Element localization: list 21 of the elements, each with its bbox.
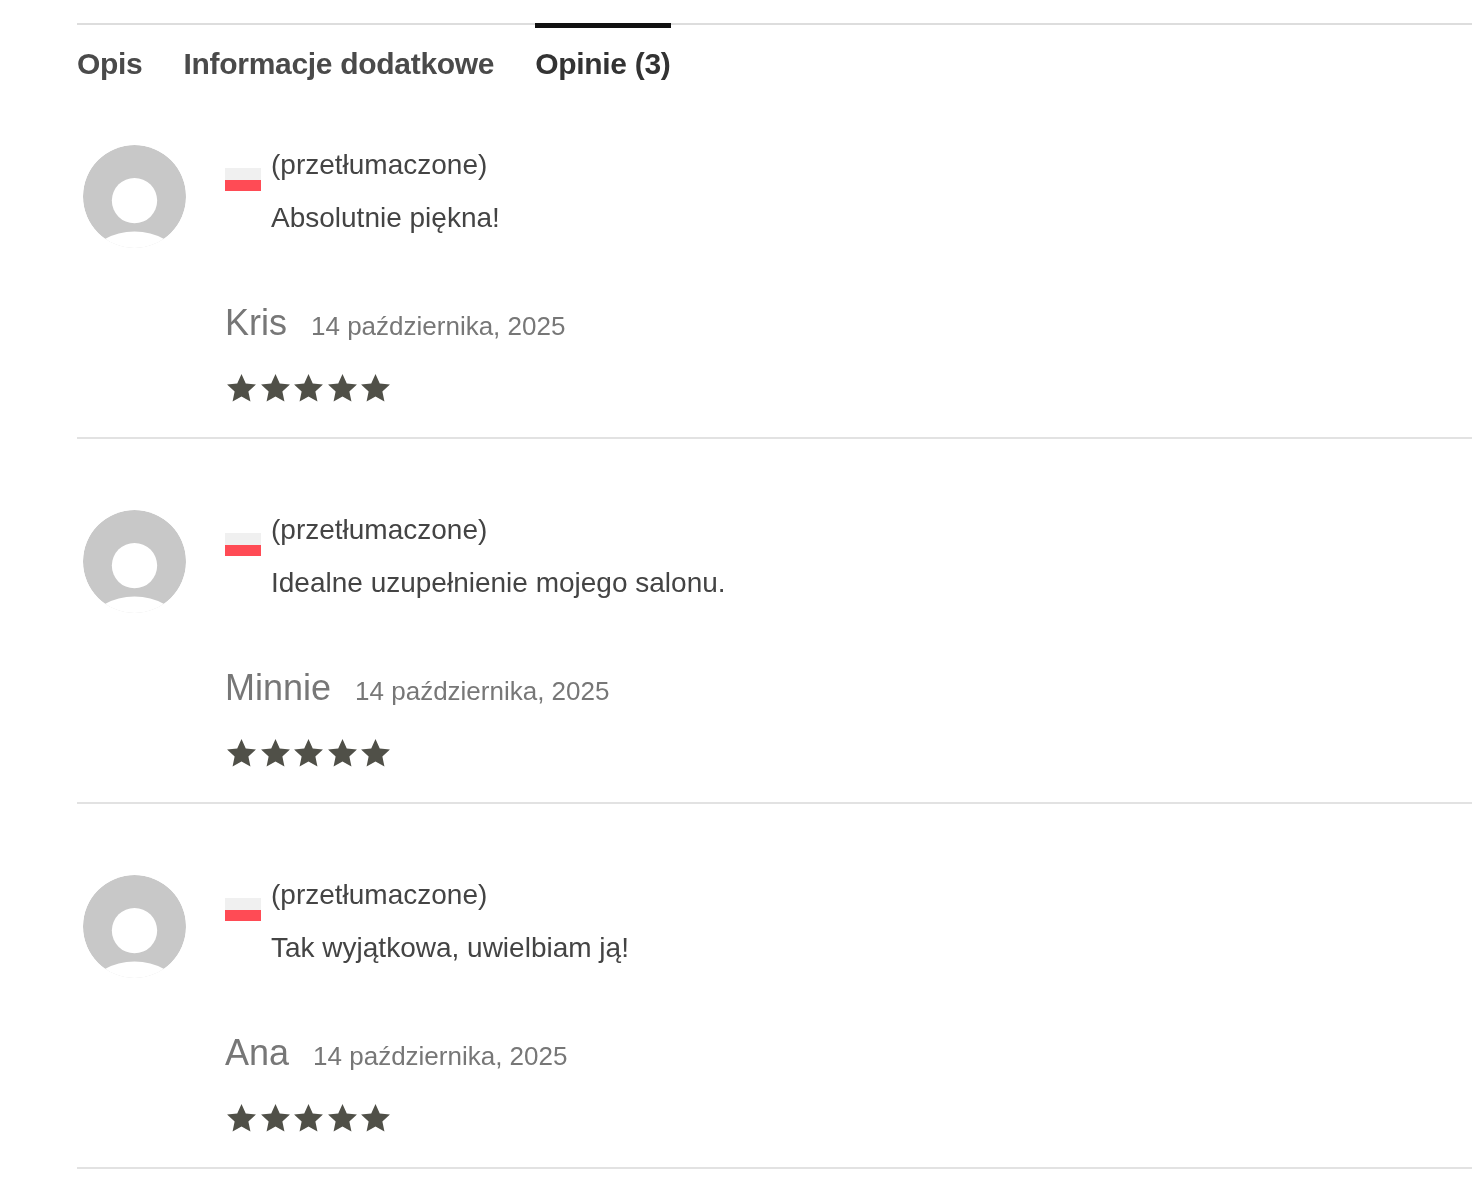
- tab[interactable]: Opinie (3): [535, 23, 671, 108]
- translated-label: (przetłumaczone): [271, 878, 489, 912]
- avatar-icon: [83, 145, 186, 248]
- flag-icon: [225, 533, 261, 556]
- translated-label: (przetłumaczone): [271, 513, 489, 547]
- review-date: 14 października, 2025: [355, 675, 610, 708]
- avatar-icon: [83, 510, 186, 613]
- reviewer-name: Minnie: [225, 666, 332, 710]
- reviewer-name: Kris: [225, 301, 287, 345]
- review-text: Tak wyjątkowa, uwielbiam ją!: [271, 931, 629, 965]
- reviewer-name: Ana: [225, 1031, 290, 1075]
- translated-label: (przetłumaczone): [271, 148, 489, 182]
- flag-icon: [225, 898, 261, 921]
- review-date: 14 października, 2025: [313, 1040, 568, 1073]
- review-text: Idealne uzupełnienie mojego salonu.: [271, 566, 726, 600]
- tab[interactable]: Opis: [77, 23, 143, 108]
- avatar-icon: [83, 875, 186, 978]
- review-text: Absolutnie piękna!: [271, 201, 500, 235]
- tab[interactable]: Informacje dodatkowe: [183, 23, 495, 108]
- review-date: 14 października, 2025: [311, 310, 566, 343]
- flag-icon: [225, 168, 261, 191]
